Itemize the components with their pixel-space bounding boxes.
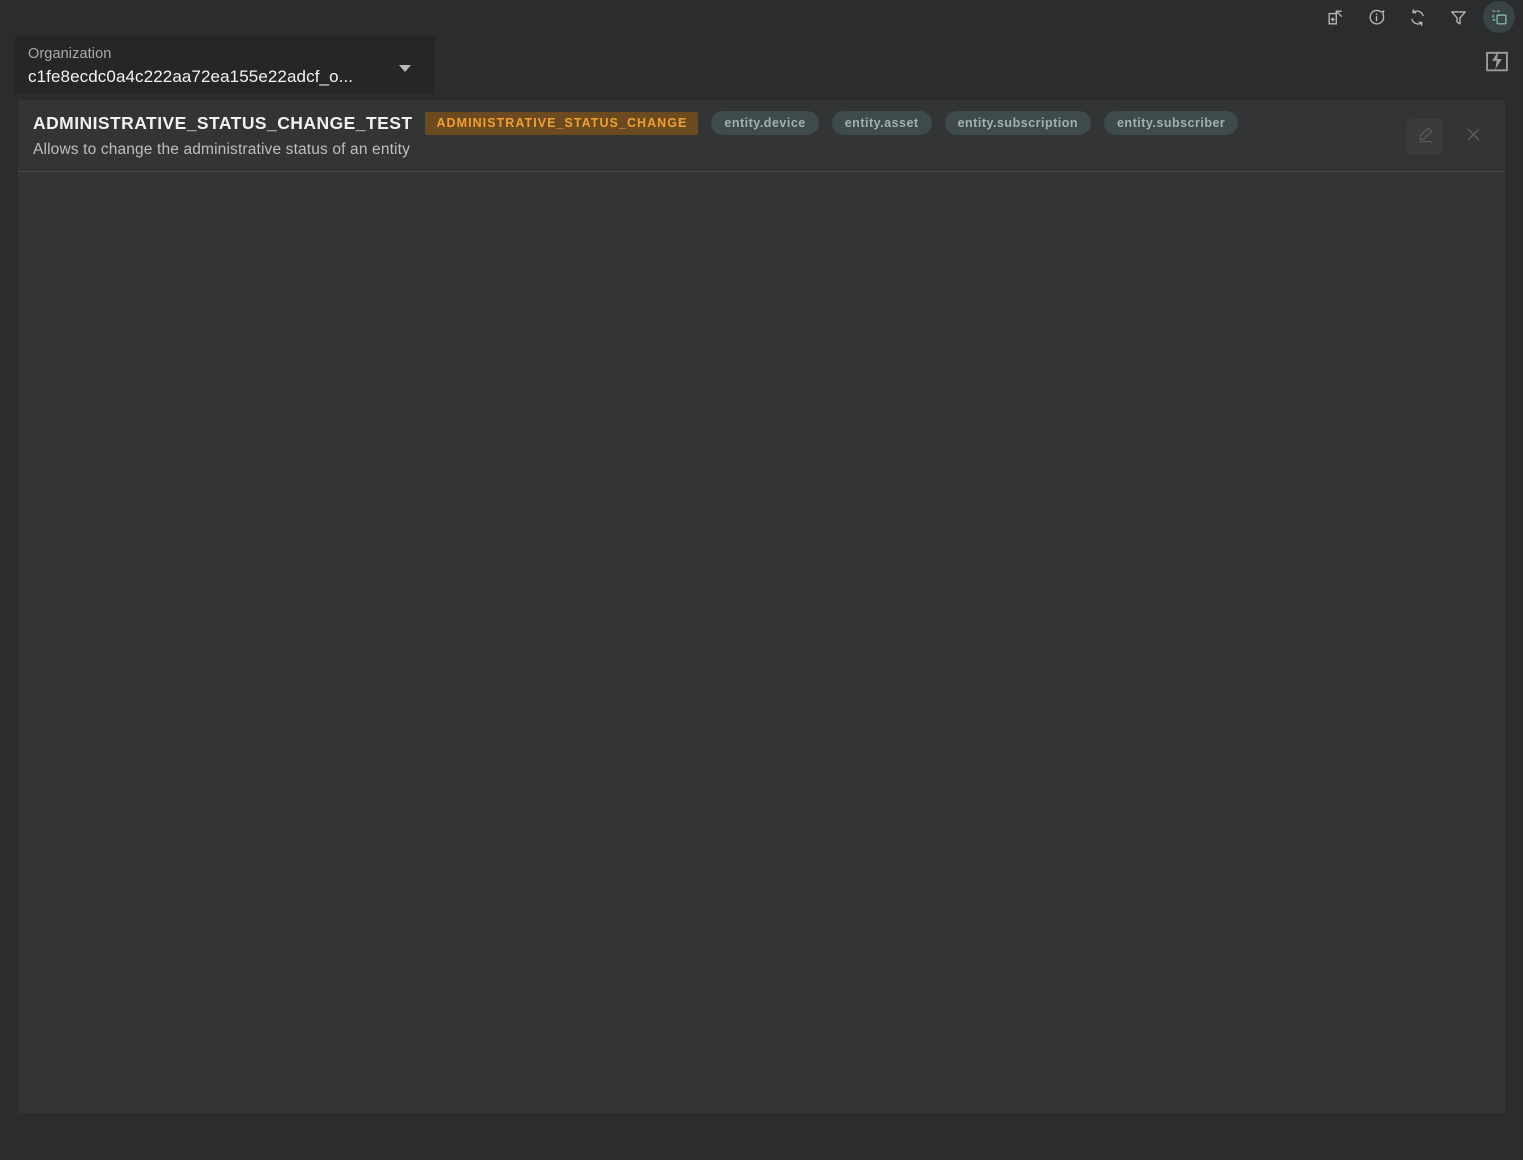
export-add-icon xyxy=(1326,8,1345,27)
entity-badge-device: entity.device xyxy=(711,111,819,135)
close-icon xyxy=(1464,125,1483,149)
entity-badge-asset: entity.asset xyxy=(831,111,932,135)
entity-badge-subscription: entity.subscription xyxy=(944,111,1091,135)
organization-value: c1fe8ecdc0a4c222aa72ea155e22adcf_o... xyxy=(28,67,354,86)
top-bar: Organization c1fe8ecdc0a4c222aa72ea155e2… xyxy=(0,0,1523,95)
pencil-icon xyxy=(1416,125,1435,149)
info-icon-button[interactable] xyxy=(1360,1,1392,33)
filter-icon-button[interactable] xyxy=(1442,1,1474,33)
toolbar-icon-group xyxy=(1319,1,1515,33)
detail-panel-body xyxy=(18,172,1505,1112)
detail-panel: ADMINISTRATIVE_STATUS_CHANGE_TEST ADMINI… xyxy=(18,100,1505,1113)
page-title: ADMINISTRATIVE_STATUS_CHANGE_TEST xyxy=(33,112,413,133)
edit-button[interactable] xyxy=(1407,119,1443,155)
refresh-icon-button[interactable] xyxy=(1401,1,1433,33)
filter-icon xyxy=(1449,8,1468,27)
chevron-down-icon[interactable] xyxy=(399,65,411,72)
detail-panel-header: ADMINISTRATIVE_STATUS_CHANGE_TEST ADMINI… xyxy=(18,100,1505,172)
refresh-icon xyxy=(1408,8,1427,27)
select-objects-icon-button[interactable] xyxy=(1483,1,1515,33)
header-action-group xyxy=(1407,119,1491,155)
organization-select[interactable]: Organization c1fe8ecdc0a4c222aa72ea155e2… xyxy=(14,36,435,94)
info-icon xyxy=(1367,8,1386,27)
type-badge: ADMINISTRATIVE_STATUS_CHANGE xyxy=(425,111,699,135)
entity-badge-subscriber: entity.subscriber xyxy=(1103,111,1239,135)
export-add-icon-button[interactable] xyxy=(1319,1,1351,33)
page-subtitle: Allows to change the administrative stat… xyxy=(33,141,411,158)
flash-action-icon xyxy=(1483,47,1511,80)
organization-label: Organization xyxy=(28,46,112,62)
title-row: ADMINISTRATIVE_STATUS_CHANGE_TEST ADMINI… xyxy=(33,111,1505,135)
close-button[interactable] xyxy=(1455,119,1491,155)
select-objects-icon xyxy=(1490,8,1509,27)
flash-action-icon-button[interactable] xyxy=(1480,46,1514,80)
